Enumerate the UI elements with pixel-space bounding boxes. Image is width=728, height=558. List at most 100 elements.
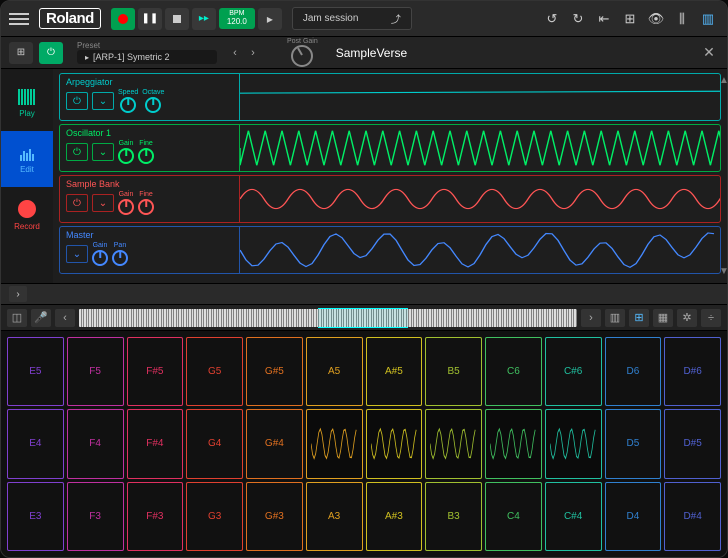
nav-record[interactable]: Record <box>1 187 53 243</box>
pad-G4[interactable]: G4 <box>186 409 243 478</box>
pad-D6[interactable]: D6 <box>605 337 662 406</box>
piano-view-icon[interactable]: ▥ <box>605 309 625 327</box>
pad-Cs4[interactable]: C#4 <box>545 482 602 551</box>
power-button[interactable]: ⏻ <box>39 42 63 64</box>
nav-edit[interactable]: Edit <box>1 131 53 187</box>
track-expand[interactable]: ⌄ <box>92 143 114 161</box>
track-expand[interactable]: ⌄ <box>92 92 114 110</box>
stop-button[interactable] <box>165 8 189 30</box>
pad-A5[interactable]: A5 <box>306 337 363 406</box>
pad-F4[interactable]: F4 <box>67 409 124 478</box>
redo-icon[interactable]: ↻ <box>567 8 589 30</box>
keyboard-icon <box>18 89 36 105</box>
track-scroll: ▲ ▼ <box>719 75 727 277</box>
pad-E3[interactable]: E3 <box>7 482 64 551</box>
postgain-knob[interactable] <box>291 45 313 67</box>
preset-prev[interactable]: ‹ <box>227 43 243 63</box>
track-expand[interactable]: ⌄ <box>92 194 114 212</box>
pad-D5[interactable]: D5 <box>605 409 662 478</box>
track-power[interactable]: ⏻ <box>66 194 88 212</box>
track-controls: ⏻ ⌄ GainFine <box>66 140 233 164</box>
keyboard-icon[interactable]: ▥ <box>697 8 719 30</box>
chord-icon[interactable]: ⊞ <box>619 8 641 30</box>
undo-icon[interactable]: ↺ <box>541 8 563 30</box>
split-icon[interactable]: ÷ <box>701 309 721 327</box>
pad-Fs5[interactable]: F#5 <box>127 337 184 406</box>
app-root: Roland ❚❚ ▸▸ BPM 120.0 ▸ Jam session ⤴ ↺… <box>0 0 728 558</box>
preset-select[interactable]: ▸ [ARP-1] Symetric 2 <box>77 50 217 64</box>
visibility-icon[interactable]: 👁 <box>645 8 667 30</box>
pad-B4[interactable] <box>425 409 482 478</box>
kb-prev[interactable]: ‹ <box>55 309 75 327</box>
pad-Fs3[interactable]: F#3 <box>127 482 184 551</box>
pad-As4[interactable] <box>366 409 423 478</box>
share-icon[interactable]: ⤴ <box>391 11 401 26</box>
pad-As5[interactable]: A#5 <box>366 337 423 406</box>
pad-E4[interactable]: E4 <box>7 409 64 478</box>
pad-Fs4[interactable]: F#4 <box>127 409 184 478</box>
track-waveform <box>240 125 720 171</box>
pad-C6[interactable]: C6 <box>485 337 542 406</box>
next-arrow-button[interactable]: ▸ <box>258 8 282 30</box>
track-title: Arpeggiator <box>66 77 233 87</box>
track-power[interactable]: ⏻ <box>66 143 88 161</box>
grid-button[interactable]: ⊞ <box>9 42 33 64</box>
pad-Ds4[interactable]: D#4 <box>664 482 721 551</box>
preset-next[interactable]: › <box>245 43 261 63</box>
mixer-icon[interactable]: ⫼ <box>671 8 693 30</box>
knob-gain[interactable]: Gain <box>118 140 134 164</box>
pad-Gs4[interactable]: G#4 <box>246 409 303 478</box>
pad-view-icon[interactable]: ⊞ <box>629 309 649 327</box>
scroll-down[interactable]: ▼ <box>719 266 727 277</box>
knob-fine[interactable]: Fine <box>138 191 154 215</box>
pad-A3[interactable]: A3 <box>306 482 363 551</box>
pause-button[interactable]: ❚❚ <box>138 8 162 30</box>
pad-Ds6[interactable]: D#6 <box>664 337 721 406</box>
mic-icon[interactable]: 🎤 <box>31 309 51 327</box>
go-start-icon[interactable]: ⇤ <box>593 8 615 30</box>
knob-gain[interactable]: Gain <box>92 242 108 266</box>
pad-F5[interactable]: F5 <box>67 337 124 406</box>
pad-E5[interactable]: E5 <box>7 337 64 406</box>
expand-button[interactable]: › <box>9 286 27 302</box>
record-button[interactable] <box>111 8 135 30</box>
knob-speed[interactable]: Speed <box>118 89 138 113</box>
nav-play[interactable]: Play <box>1 75 53 131</box>
settings-icon[interactable]: ✲ <box>677 309 697 327</box>
pad-Gs5[interactable]: G#5 <box>246 337 303 406</box>
knob-fine[interactable]: Fine <box>138 140 154 164</box>
keyboard-range-highlight[interactable] <box>318 308 408 328</box>
pad-Cs6[interactable]: C#6 <box>545 337 602 406</box>
track-head: Master ⌄ GainPan <box>60 227 240 273</box>
pad-Ds5[interactable]: D#5 <box>664 409 721 478</box>
pad-F3[interactable]: F3 <box>67 482 124 551</box>
pad-G5[interactable]: G5 <box>186 337 243 406</box>
mini-keyboard[interactable] <box>79 309 577 327</box>
knob-octave[interactable]: Octave <box>142 89 164 113</box>
split-view-icon[interactable]: ◫ <box>7 309 27 327</box>
pad-A4[interactable] <box>306 409 363 478</box>
mid-divider: › <box>1 283 727 305</box>
song-name-field[interactable]: Jam session ⤴ <box>292 7 412 30</box>
menu-icon[interactable] <box>9 9 29 29</box>
track-power[interactable]: ⏻ <box>66 92 88 110</box>
bpm-display[interactable]: BPM 120.0 <box>219 8 255 28</box>
pad-G3[interactable]: G3 <box>186 482 243 551</box>
knob-pan[interactable]: Pan <box>112 242 128 266</box>
play-button[interactable]: ▸▸ <box>192 8 216 30</box>
pad-C4[interactable]: C4 <box>485 482 542 551</box>
track-expand[interactable]: ⌄ <box>66 245 88 263</box>
tracks-panel: Arpeggiator ⏻ ⌄ SpeedOctave Oscillator 1… <box>53 69 727 283</box>
grid-icon[interactable]: ▦ <box>653 309 673 327</box>
kb-next[interactable]: › <box>581 309 601 327</box>
pad-Gs3[interactable]: G#3 <box>246 482 303 551</box>
pad-D4[interactable]: D4 <box>605 482 662 551</box>
pad-B3[interactable]: B3 <box>425 482 482 551</box>
pad-Cs5[interactable] <box>545 409 602 478</box>
pad-B5[interactable]: B5 <box>425 337 482 406</box>
knob-gain[interactable]: Gain <box>118 191 134 215</box>
pad-C5[interactable] <box>485 409 542 478</box>
close-icon[interactable]: ✕ <box>699 43 719 63</box>
scroll-up[interactable]: ▲ <box>719 75 727 86</box>
pad-As3[interactable]: A#3 <box>366 482 423 551</box>
